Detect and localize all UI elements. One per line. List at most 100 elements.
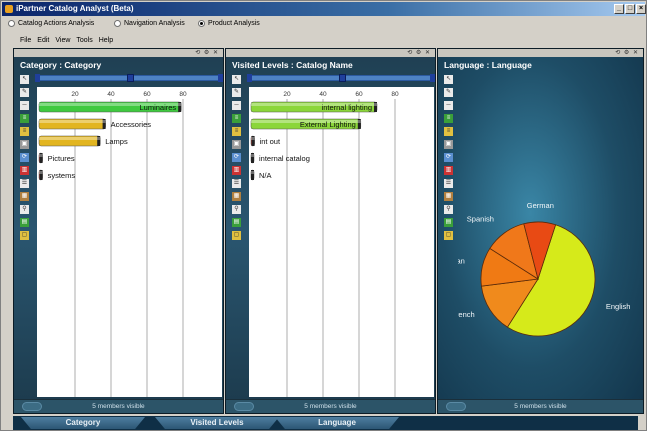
range-slider[interactable] (35, 74, 223, 82)
app-window: iPartner Catalog Analyst (Beta) _ □ × Ca… (0, 0, 647, 431)
slider-handle-left[interactable] (35, 74, 40, 82)
export-tool-icon[interactable]: ▤ (232, 218, 241, 227)
save-tool-icon[interactable]: ▢ (232, 231, 241, 240)
range-slider[interactable] (247, 74, 435, 82)
close-icon[interactable]: × (636, 4, 646, 14)
panel-title: Visited Levels : Catalog Name (232, 60, 353, 70)
data-tool-icon[interactable]: ▦ (444, 192, 453, 201)
tab-visited-levels[interactable]: Visited Levels (155, 417, 279, 429)
list-tool-icon[interactable]: ☰ (20, 179, 29, 188)
refresh-tool-icon[interactable]: ⟳ (20, 153, 29, 162)
visited-levels-panel: ⟲ ⚙ ✕ Visited Levels : Catalog Name ↖ ✎ … (225, 48, 436, 414)
data-tool-icon[interactable]: ▦ (20, 192, 29, 201)
chart-tool-icon[interactable]: ▥ (232, 166, 241, 175)
menu-help[interactable]: Help (99, 37, 113, 48)
refresh-tool-icon[interactable]: ⟳ (444, 153, 453, 162)
refresh-tool-icon[interactable]: ⟳ (232, 153, 241, 162)
export-tool-icon[interactable]: ▤ (20, 218, 29, 227)
bar-highlight (251, 137, 255, 140)
bar-label: Lamps (105, 137, 128, 146)
menu-edit[interactable]: Edit (37, 37, 49, 48)
pointer-tool-icon[interactable]: ↖ (20, 75, 29, 84)
filter-tool-icon[interactable]: ≡ (444, 127, 453, 136)
sort-tool-icon[interactable]: ≡ (20, 114, 29, 123)
menu-view[interactable]: View (55, 37, 70, 48)
panel-footer: 5 members visible (14, 399, 223, 413)
slider-handle-left[interactable] (247, 74, 252, 82)
brush-tool-icon[interactable]: ─ (20, 101, 29, 110)
bar-label: int out (260, 137, 281, 146)
chart-tool-icon[interactable]: ▥ (444, 166, 453, 175)
pie-label: Spanish (467, 215, 494, 224)
filter-tool-icon[interactable]: ≡ (20, 127, 29, 136)
drill-tool-icon[interactable]: ✎ (20, 88, 29, 97)
category-panel: ⟲ ⚙ ✕ Category : Category ↖ ✎ ─ ≡ ≡ ▣ ⟳ … (13, 48, 224, 414)
menu-tools[interactable]: Tools (76, 37, 92, 48)
panel-footer: 5 members visible (226, 399, 435, 413)
menu-file[interactable]: File (20, 37, 31, 48)
x-tick-label: 20 (283, 91, 291, 98)
data-tool-icon[interactable]: ▦ (232, 192, 241, 201)
brush-tool-icon[interactable]: ─ (444, 101, 453, 110)
drill-tool-icon[interactable]: ✎ (444, 88, 453, 97)
filter-tool-icon[interactable]: ≡ (232, 127, 241, 136)
bar-label: Luminaires (140, 103, 177, 112)
title-bar: iPartner Catalog Analyst (Beta) _ □ × (2, 2, 646, 16)
slider-knob[interactable] (127, 74, 134, 82)
bar-label: Accessories (111, 120, 152, 129)
zoom-tool-icon[interactable]: ⚲ (232, 205, 241, 214)
pointer-tool-icon[interactable]: ↖ (232, 75, 241, 84)
zoom-tool-icon[interactable]: ⚲ (444, 205, 453, 214)
category-bar-chart: 20 40 60 80Luminaires Accessories Lamps Pictur… (37, 87, 222, 397)
panel-toolbar: ↖ ✎ ─ ≡ ≡ ▣ ⟳ ▥ ☰ ▦ ⚲ ▤ ▢ (443, 73, 455, 293)
save-tool-icon[interactable]: ▢ (20, 231, 29, 240)
zoom-tool-icon[interactable]: ⚲ (20, 205, 29, 214)
panel-controls-icon[interactable]: ⟲ ⚙ ✕ (407, 49, 431, 56)
bar-label: Pictures (48, 154, 75, 163)
mode-navigation[interactable]: Navigation Analysis (114, 20, 185, 27)
export-tool-icon[interactable]: ▤ (444, 218, 453, 227)
slider-handle-right[interactable] (218, 74, 223, 82)
bar-highlight (39, 171, 43, 174)
footer-toggle[interactable] (446, 402, 466, 411)
slider-knob[interactable] (339, 74, 346, 82)
brush-tool-icon[interactable]: ─ (232, 101, 241, 110)
members-visible: 5 members visible (92, 403, 145, 410)
pointer-tool-icon[interactable]: ↖ (444, 75, 453, 84)
bar-highlight (251, 154, 254, 157)
x-tick-label: 80 (391, 91, 399, 98)
window-title: iPartner Catalog Analyst (Beta) (16, 4, 134, 13)
bar-label: External Lighting (300, 120, 356, 129)
sort-tool-icon[interactable]: ≡ (232, 114, 241, 123)
footer-toggle[interactable] (234, 402, 254, 411)
tab-category[interactable]: Category (21, 417, 145, 429)
language-pie-chart: English French Italian Spanish German (458, 201, 630, 337)
radio-selected-icon (198, 20, 205, 27)
drill-tool-icon[interactable]: ✎ (232, 88, 241, 97)
slider-handle-right[interactable] (430, 74, 435, 82)
panel-controls-icon[interactable]: ⟲ ⚙ ✕ (195, 49, 219, 56)
language-panel: ⟲ ⚙ ✕ Language : Language ↖ ✎ ─ ≡ ≡ ▣ ⟳ … (437, 48, 644, 414)
mode-product[interactable]: Product Analysis (198, 20, 260, 27)
bar-label: N/A (259, 171, 272, 180)
panel-toolbar: ↖ ✎ ─ ≡ ≡ ▣ ⟳ ▥ ☰ ▦ ⚲ ▤ ▢ (19, 73, 31, 293)
print-tool-icon[interactable]: ▣ (232, 140, 241, 149)
list-tool-icon[interactable]: ☰ (232, 179, 241, 188)
panel-controls-icon[interactable]: ⟲ ⚙ ✕ (615, 49, 639, 56)
panel-toolbar: ↖ ✎ ─ ≡ ≡ ▣ ⟳ ▥ ☰ ▦ ⚲ ▤ ▢ (231, 73, 243, 293)
x-tick-label: 40 (319, 91, 327, 98)
bar-highlight (39, 154, 43, 157)
tab-language[interactable]: Language (275, 417, 399, 429)
minimize-icon[interactable]: _ (614, 4, 624, 14)
sort-tool-icon[interactable]: ≡ (444, 114, 453, 123)
panel-footer: 5 members visible (438, 399, 643, 413)
footer-toggle[interactable] (22, 402, 42, 411)
maximize-icon[interactable]: □ (625, 4, 635, 14)
chart-tool-icon[interactable]: ▥ (20, 166, 29, 175)
save-tool-icon[interactable]: ▢ (444, 231, 453, 240)
bar-highlight (251, 171, 254, 174)
print-tool-icon[interactable]: ▣ (20, 140, 29, 149)
mode-catalog-actions[interactable]: Catalog Actions Analysis (8, 20, 94, 27)
list-tool-icon[interactable]: ☰ (444, 179, 453, 188)
print-tool-icon[interactable]: ▣ (444, 140, 453, 149)
